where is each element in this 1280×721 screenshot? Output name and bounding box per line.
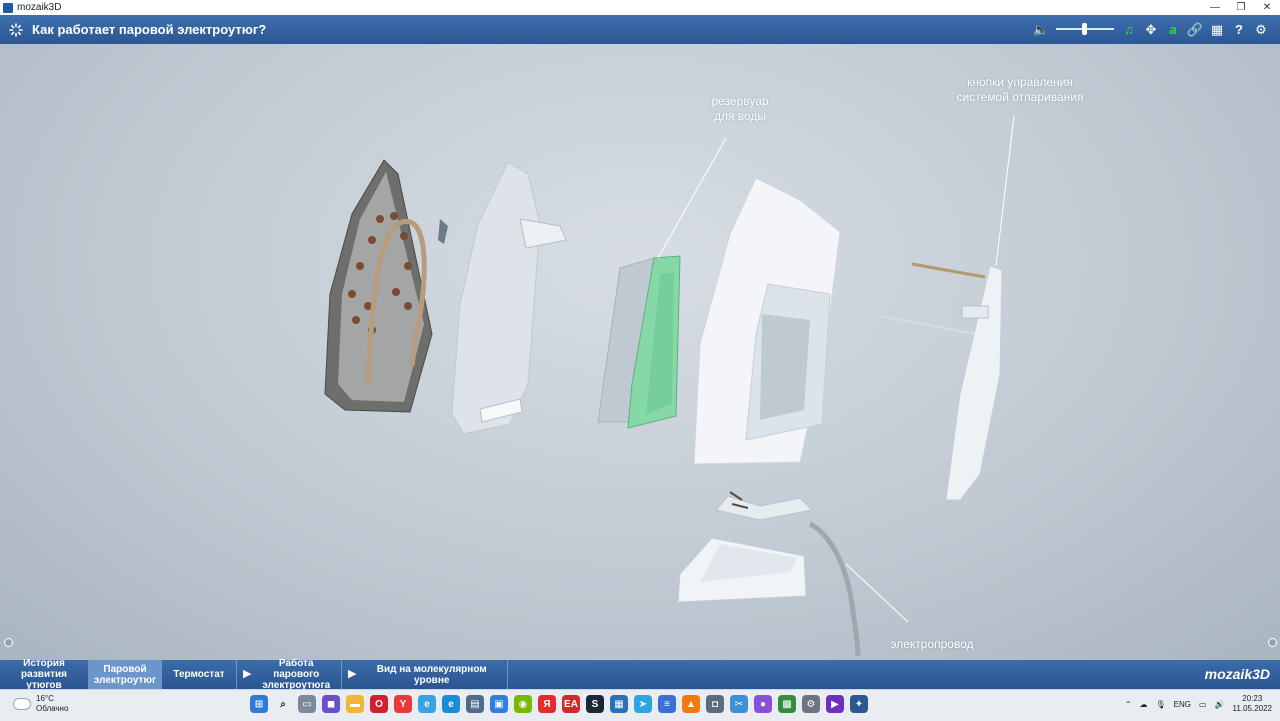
yandex-browser-icon[interactable]: Y [394,695,412,713]
water-reservoir[interactable] [597,255,681,429]
music-icon[interactable]: ♫ [1118,15,1140,44]
chapter-history[interactable]: История развития утюгов [0,658,89,691]
onedrive-icon[interactable]: ☁ [1140,700,1148,709]
maximize-button[interactable]: ❐ [1228,0,1254,15]
app-header: Как работает паровой электроутюг? 🔈 ♫ ✥ … [0,15,1280,44]
volume-icon[interactable]: 🔊 [1215,700,1225,709]
chevron-up-icon[interactable]: ⌃ [1125,700,1132,709]
nvidia-icon[interactable]: ◉ [514,695,532,713]
video-editor-icon[interactable]: ▶ [826,695,844,713]
speaker-icon[interactable]: 🔈 [1030,15,1052,44]
thermal-shield[interactable] [451,161,567,435]
right-edge-handle[interactable] [1268,638,1277,647]
text-a-icon[interactable]: a [1162,15,1184,44]
steam-icon[interactable]: S [586,695,604,713]
edge-dev-icon[interactable]: e [442,695,460,713]
microphone-icon[interactable]: 🎙 [1156,700,1166,709]
exploded-iron-model[interactable] [0,44,1280,660]
volume-knob[interactable] [1082,23,1087,35]
link-icon[interactable]: 🔗 [1184,15,1206,44]
window-title: mozaik3D [17,2,62,13]
grid-icon[interactable]: ▦ [1206,15,1228,44]
notepad-icon[interactable]: ≡ [658,695,676,713]
toolbar: 🔈 ♫ ✥ a 🔗 ▦ ? ⚙ [1030,15,1272,44]
gear-icon[interactable]: ⚙ [1250,15,1272,44]
window-title-bar: mozaik3D — ❐ ✕ [0,0,1280,15]
telegram-icon[interactable]: ➤ [634,695,652,713]
settings-icon[interactable]: ⚙ [802,695,820,713]
chapter-label: История развития утюгов [21,658,67,691]
display-icon[interactable]: ▭ [1199,700,1207,709]
help-icon[interactable]: ? [1228,15,1250,44]
chapter-steam-iron-operation[interactable]: ▶ Работа парового электроутюга [237,658,342,691]
steam-control-buttons[interactable] [879,262,1003,501]
play-icon: ▶ [348,668,357,680]
app-icon [3,2,13,13]
weather-temp: 16°C [36,694,54,703]
chapter-label: Работа парового электроутюга [262,658,331,691]
power-cord[interactable] [808,521,861,657]
play-icon: ▶ [243,668,252,680]
reservoir-leader-line [657,137,727,259]
camera-icon[interactable]: ◘ [706,695,724,713]
start-icon[interactable]: ⊞ [250,695,268,713]
system-tray: ⌃ ☁ 🎙 ENG ▭ 🔊 20:23 11.05.2022 [1125,694,1272,714]
chapter-label: Вид на молекулярном уровне [376,663,487,686]
cloud-icon [14,699,30,709]
file-explorer-icon[interactable]: ▬ [346,695,364,713]
loading-spinner-icon [9,22,23,37]
page-title: Как работает паровой электроутюг? [32,22,267,37]
photo-editor-icon[interactable]: ▤ [466,695,484,713]
language-indicator[interactable]: ENG [1174,700,1191,709]
iron-housing[interactable] [693,177,841,465]
chapter-label: Паровой электроутюг [93,663,157,686]
search-icon[interactable]: ⌕ [274,695,292,713]
heel-rest-and-connector[interactable] [677,491,814,603]
windows-taskbar: 16°C Облачно ⊞ ⌕ ▭ ◼ ▬ O Y e e ▤ ▣ ◉ Я E… [0,689,1280,721]
clock-time: 20:23 [1242,694,1263,703]
3d-scene-viewport[interactable]: резервуар для воды кнопки управления сис… [0,44,1280,660]
brand-logo: mozaik3D [1204,666,1270,682]
weather-widget[interactable]: 16°C Облачно [14,694,68,714]
left-edge-handle[interactable] [4,638,13,647]
clock-date: 11.05.2022 [1232,704,1272,713]
chapter-steam-iron[interactable]: Паровой электроутюг [89,660,162,689]
chapter-bar: История развития утюгов Паровой электроу… [0,658,1280,691]
calculator-icon[interactable]: ▦ [610,695,628,713]
snipping-icon[interactable]: ✂ [730,695,748,713]
buttons-leader-line [995,115,1015,267]
label-water-reservoir: резервуар для воды [711,94,769,123]
chapter-thermostat[interactable]: Термостат [162,660,237,689]
move-icon[interactable]: ✥ [1140,15,1162,44]
task-view-icon[interactable]: ▭ [298,695,316,713]
yandex-icon[interactable]: Я [538,695,556,713]
close-button[interactable]: ✕ [1254,0,1280,15]
edge-icon[interactable]: e [418,695,436,713]
label-power-cord: электропровод [890,637,974,651]
label-steam-buttons: кнопки управления системой отпаривания [956,75,1084,104]
minecraft-icon[interactable]: ▩ [778,695,796,713]
minimize-button[interactable]: — [1202,0,1228,15]
vlc-icon[interactable]: ▲ [682,695,700,713]
clock[interactable]: 20:23 11.05.2022 [1233,694,1272,714]
mozaik-app-icon[interactable]: ✦ [850,695,868,713]
weather-desc: Облачно [36,704,69,713]
volume-slider[interactable] [1056,15,1114,44]
alice-icon[interactable]: ● [754,695,772,713]
ea-icon[interactable]: EA [562,695,580,713]
taskbar-apps: ⊞ ⌕ ▭ ◼ ▬ O Y e e ▤ ▣ ◉ Я EA S ▦ ➤ ≡ ▲ ◘… [250,695,868,713]
opera-icon[interactable]: O [370,695,388,713]
chat-icon[interactable]: ◼ [322,695,340,713]
store-icon[interactable]: ▣ [490,695,508,713]
chapter-label: Термостат [173,669,225,680]
chapter-molecular-view[interactable]: ▶ Вид на молекулярном уровне [342,660,508,689]
soleplate[interactable] [324,159,448,413]
